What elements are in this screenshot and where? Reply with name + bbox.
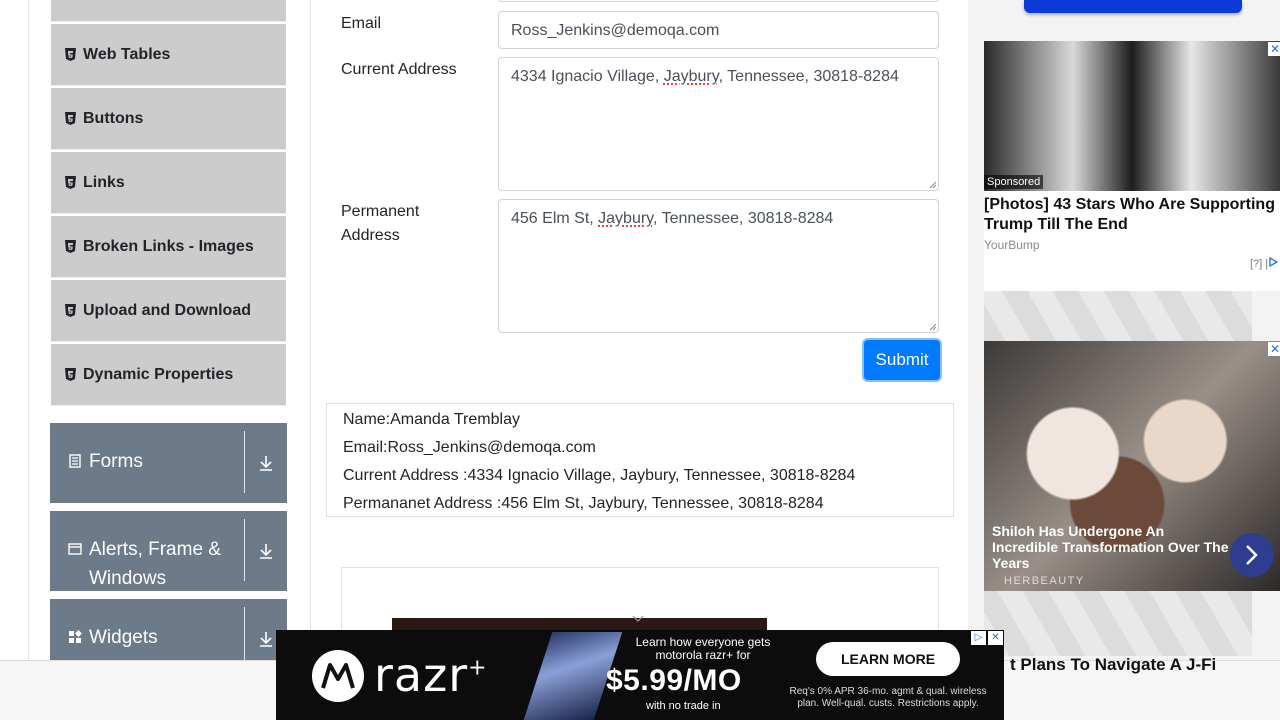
output-panel: Name:Amanda Tremblay Email:Ross_Jenkins@… — [326, 403, 954, 517]
ad-source: YourBump — [984, 238, 1040, 252]
html5-icon — [65, 176, 76, 189]
sidebar-item-label: Dynamic Properties — [83, 365, 234, 383]
close-icon[interactable]: ✕ — [988, 631, 1003, 645]
bottom-ad-text[interactable]: t Plans To Navigate A J-Fi — [1010, 655, 1216, 675]
sidebar-group-alerts[interactable]: Alerts, Frame & Windows — [50, 511, 287, 591]
download-icon[interactable] — [245, 511, 287, 591]
ad-photo — [984, 41, 1280, 191]
full-name-field[interactable] — [498, 0, 939, 2]
resize-handle-icon[interactable] — [929, 323, 937, 331]
banner-legal: Req's 0% APR 36-mo. agmt & qual. wireles… — [789, 686, 987, 709]
sidebar-item-buttons[interactable]: Buttons — [51, 88, 286, 150]
current-address-textarea[interactable]: 4334 Ignacio Village, Jaybury, Tennessee… — [498, 57, 939, 191]
sidebar-item-partial[interactable] — [51, 0, 286, 22]
spellcheck-word: Jaybury — [663, 68, 719, 85]
output-name: Name:Amanda Tremblay — [343, 411, 520, 428]
widgets-icon — [69, 630, 82, 643]
text-part: 456 Elm St, — [511, 210, 599, 227]
learn-more-button[interactable]: LEARN MORE — [816, 642, 960, 676]
motorola-logo-icon — [312, 650, 364, 702]
ad-controls: ▷ ✕ — [971, 631, 1003, 645]
sidebar-item-label: Links — [83, 173, 125, 191]
sponsored-ad[interactable]: Sponsored [Photos] 43 Stars Who Are Supp… — [984, 41, 1280, 291]
ad-title[interactable]: Shiloh Has Undergone An Incredible Trans… — [992, 523, 1232, 571]
banner-price: $5.99/MO — [606, 664, 742, 697]
adchoices-icon — [1269, 256, 1279, 268]
sidebar-item-label: Broken Links - Images — [83, 237, 254, 255]
html5-icon — [65, 304, 76, 317]
sidebar-item-dynamic-properties[interactable]: Dynamic Properties — [51, 344, 286, 406]
banner-brand: razr+ — [374, 648, 488, 702]
text-part: , Tennessee, 30818-8284 — [718, 68, 899, 85]
ad-title[interactable]: [Photos] 43 Stars Who Are Supporting Tru… — [984, 195, 1280, 235]
spellcheck-word: Jaybury — [598, 210, 653, 227]
content-border — [310, 0, 311, 660]
resize-handle-icon[interactable] — [929, 181, 937, 189]
sponsored-ad-2[interactable]: Shiloh Has Undergone An Incredible Trans… — [984, 341, 1280, 591]
text-part: , Tennessee, 30818-8284 — [653, 210, 834, 227]
group-label: Forms — [89, 451, 143, 472]
chevron-right-icon[interactable] — [1230, 533, 1274, 577]
banner-trade-text: with no trade in — [646, 700, 721, 712]
html5-icon — [65, 368, 76, 381]
banner-learn-text: Learn how everyone gets motorola razr+ f… — [635, 635, 771, 662]
output-email: Email:Ross_Jenkins@demoqa.com — [343, 439, 596, 456]
submit-button[interactable]: Submit — [864, 340, 940, 380]
email-value: Ross_Jenkins@demoqa.com — [511, 22, 720, 39]
ad-choices[interactable]: [?] | — [1250, 256, 1279, 270]
html5-icon — [65, 112, 76, 125]
close-icon[interactable]: ✕ — [1268, 342, 1280, 356]
text-part: 4334 Ignacio Village, — [511, 68, 664, 85]
chevron-down-icon — [632, 615, 644, 622]
group-label: Alerts, Frame & Windows — [89, 539, 221, 589]
ad-source: HERBEAUTY — [1004, 575, 1085, 587]
sidebar-item-label: Buttons — [83, 109, 144, 127]
window-icon — [68, 543, 82, 555]
permanent-address-text: 456 Elm St, Jaybury, Tennessee, 30818-82… — [511, 210, 833, 227]
brand-sup: + — [468, 655, 488, 681]
form-icon — [69, 454, 81, 468]
label-line: Address — [341, 227, 400, 244]
brand-name: razr — [374, 648, 469, 702]
current-address-label: Current Address — [341, 61, 457, 78]
divider — [244, 431, 245, 493]
permanent-address-label: Permanent Address — [341, 200, 419, 248]
permanent-address-textarea[interactable]: 456 Elm St, Jaybury, Tennessee, 30818-82… — [498, 199, 939, 333]
email-field[interactable]: Ross_Jenkins@demoqa.com — [498, 11, 939, 49]
sidebar-item-broken-links[interactable]: Broken Links - Images — [51, 216, 286, 278]
ad-button[interactable] — [1024, 0, 1242, 13]
output-current-address: Current Address :4334 Ignacio Village, J… — [343, 467, 856, 484]
output-permanent-address: Permananet Address :456 Elm St, Jaybury,… — [343, 495, 824, 512]
sidebar-group-forms[interactable]: Forms — [50, 423, 287, 503]
email-label: Email — [341, 15, 382, 32]
bottom-banner-ad[interactable]: razr+ Learn how everyone gets motorola r… — [276, 630, 1004, 720]
html5-icon — [65, 48, 76, 61]
sidebar-item-links[interactable]: Links — [51, 152, 286, 214]
close-icon[interactable]: ✕ — [1268, 42, 1280, 56]
html5-icon — [65, 240, 76, 253]
sponsored-tag: Sponsored — [984, 175, 1044, 189]
group-label: Widgets — [89, 627, 158, 648]
current-address-text: 4334 Ignacio Village, Jaybury, Tennessee… — [511, 68, 899, 85]
sidebar-item-web-tables[interactable]: Web Tables — [51, 24, 286, 86]
label-line: Permanent — [341, 203, 420, 220]
ad-choices-label: [?] — [1250, 258, 1263, 270]
divider — [244, 519, 245, 581]
sidebar-item-upload-download[interactable]: Upload and Download — [51, 280, 286, 342]
sidebar-border — [28, 0, 29, 660]
sidebar-item-label: Upload and Download — [83, 301, 251, 319]
download-icon[interactable] — [245, 423, 287, 503]
sidebar-item-label: Web Tables — [83, 45, 171, 63]
adchoices-icon[interactable]: ▷ — [971, 631, 986, 645]
